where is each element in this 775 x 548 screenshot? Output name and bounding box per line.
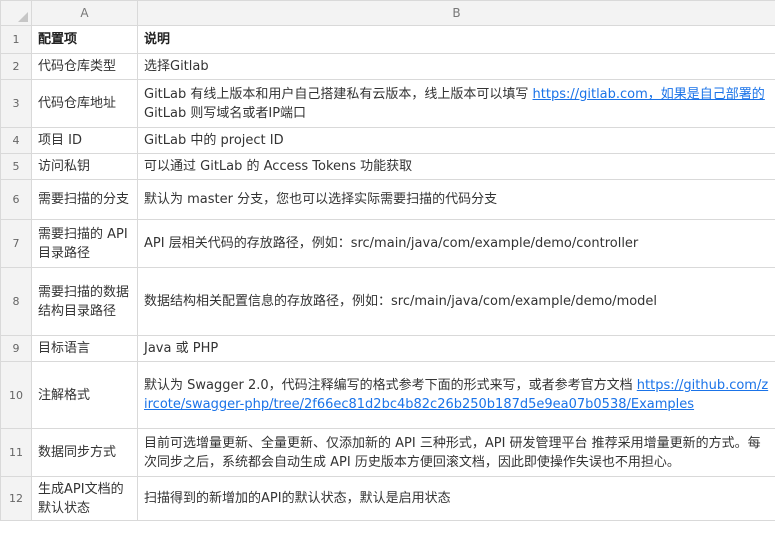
cell-config-item[interactable]: 数据同步方式 <box>31 428 138 477</box>
cell-description[interactable]: 选择Gitlab <box>137 53 775 80</box>
cell-text: 扫描得到的新增加的API的默认状态，默认是启用状态 <box>144 491 451 506</box>
row-number[interactable]: 2 <box>0 53 32 80</box>
column-header-a[interactable]: A <box>31 0 138 26</box>
header-cell-description[interactable]: 说明 <box>137 25 775 54</box>
cell-config-item[interactable]: 注解格式 <box>31 361 138 429</box>
cell-text: API 层相关代码的存放路径，例如：src/main/java/com/exam… <box>144 236 639 251</box>
cell-config-item[interactable]: 需要扫描的 API 目录路径 <box>31 219 138 268</box>
cell-description[interactable]: 数据结构相关配置信息的存放路径，例如：src/main/java/com/exa… <box>137 267 775 336</box>
table-row: 3 代码仓库地址 GitLab 有线上版本和用户自己搭建私有云版本，线上版本可以填写… <box>0 79 775 128</box>
config-table: A B 1 配置项 说明 2 代码仓库类型 选择Gitlab 3 代码仓库地址 GitLab 有… <box>0 0 775 521</box>
cell-description[interactable]: API 层相关代码的存放路径，例如：src/main/java/com/exam… <box>137 219 775 268</box>
select-all-corner[interactable] <box>0 0 32 26</box>
column-header-row: A B <box>0 0 775 26</box>
row-number[interactable]: 5 <box>0 153 32 180</box>
table-row: 8 需要扫描的数据结构目录路径 数据结构相关配置信息的存放路径，例如：src/mai… <box>0 267 775 336</box>
cell-description[interactable]: GitLab 中的 project ID <box>137 127 775 154</box>
table-row: 5 访问私钥 可以通过 GitLab 的 Access Tokens 功能获取 <box>0 153 775 180</box>
cell-config-item[interactable]: 访问私钥 <box>31 153 138 180</box>
cell-text: 数据结构相关配置信息的存放路径，例如：src/main/java/com/exa… <box>144 294 658 309</box>
cell-description[interactable]: 默认为 Swagger 2.0，代码注释编写的格式参考下面的形式来写，或者参考官… <box>137 361 775 429</box>
table-row: 1 配置项 说明 <box>0 25 775 54</box>
table-row: 11 数据同步方式 目前可选增量更新、全量更新、仅添加新的 API 三种形式，API… <box>0 428 775 477</box>
table-row: 10 注解格式 默认为 Swagger 2.0，代码注释编写的格式参考下面的形式来写… <box>0 361 775 429</box>
header-cell-config-item[interactable]: 配置项 <box>31 25 138 54</box>
table-row: 12 生成API文档的默认状态 扫描得到的新增加的API的默认状态，默认是启用状态 <box>0 476 775 521</box>
cell-description[interactable]: 扫描得到的新增加的API的默认状态，默认是启用状态 <box>137 476 775 521</box>
cell-text: 可以通过 GitLab 的 Access Tokens 功能获取 <box>144 159 413 174</box>
row-number[interactable]: 6 <box>0 179 32 220</box>
table-row: 6 需要扫描的分支 默认为 master 分支，您也可以选择实际需要扫描的代码分支 <box>0 179 775 220</box>
cell-config-item[interactable]: 项目 ID <box>31 127 138 154</box>
cell-config-item[interactable]: 目标语言 <box>31 335 138 362</box>
cell-text: 选择Gitlab <box>144 59 209 74</box>
cell-config-item[interactable]: 代码仓库类型 <box>31 53 138 80</box>
row-number[interactable]: 4 <box>0 127 32 154</box>
cell-text: GitLab 有线上版本和用户自己搭建私有云版本，线上版本可以填写 <box>144 86 533 102</box>
column-header-b[interactable]: B <box>137 0 775 26</box>
cell-text: GitLab 则写域名或者IP端口 <box>144 105 307 121</box>
cell-description[interactable]: 目前可选增量更新、全量更新、仅添加新的 API 三种形式，API 研发管理平台 … <box>137 428 775 477</box>
row-number[interactable]: 8 <box>0 267 32 336</box>
row-number[interactable]: 9 <box>0 335 32 362</box>
cell-config-item[interactable]: 需要扫描的分支 <box>31 179 138 220</box>
row-number[interactable]: 12 <box>0 476 32 521</box>
spreadsheet: A B 1 配置项 说明 2 代码仓库类型 选择Gitlab 3 代码仓库地址 GitLab 有… <box>0 0 775 521</box>
table-row: 7 需要扫描的 API 目录路径 API 层相关代码的存放路径，例如：src/mai… <box>0 219 775 268</box>
cell-description[interactable]: Java 或 PHP <box>137 335 775 362</box>
cell-link[interactable]: https://gitlab.com，如果是自己部署的 <box>533 87 765 102</box>
cell-description[interactable]: 默认为 master 分支，您也可以选择实际需要扫描的代码分支 <box>137 179 775 220</box>
cell-description[interactable]: GitLab 有线上版本和用户自己搭建私有云版本，线上版本可以填写 https:… <box>137 79 775 128</box>
cell-text: 目前可选增量更新、全量更新、仅添加新的 API 三种形式，API 研发管理平台 … <box>144 435 761 470</box>
cell-config-item[interactable]: 生成API文档的默认状态 <box>31 476 138 521</box>
row-number[interactable]: 1 <box>0 25 32 54</box>
select-all-triangle-icon <box>18 12 28 22</box>
row-number[interactable]: 7 <box>0 219 32 268</box>
cell-config-item[interactable]: 需要扫描的数据结构目录路径 <box>31 267 138 336</box>
cell-description[interactable]: 可以通过 GitLab 的 Access Tokens 功能获取 <box>137 153 775 180</box>
row-number[interactable]: 3 <box>0 79 32 128</box>
row-number[interactable]: 10 <box>0 361 32 429</box>
table-row: 2 代码仓库类型 选择Gitlab <box>0 53 775 80</box>
cell-text: 默认为 Swagger 2.0，代码注释编写的格式参考下面的形式来写，或者参考官… <box>144 378 637 393</box>
cell-text: Java 或 PHP <box>144 341 219 356</box>
table-row: 9 目标语言 Java 或 PHP <box>0 335 775 362</box>
cell-config-item[interactable]: 代码仓库地址 <box>31 79 138 128</box>
table-row: 4 项目 ID GitLab 中的 project ID <box>0 127 775 154</box>
cell-text: GitLab 中的 project ID <box>144 133 284 148</box>
row-number[interactable]: 11 <box>0 428 32 477</box>
cell-text: 默认为 master 分支，您也可以选择实际需要扫描的代码分支 <box>144 192 498 207</box>
cell-text: 说明 <box>144 32 171 47</box>
